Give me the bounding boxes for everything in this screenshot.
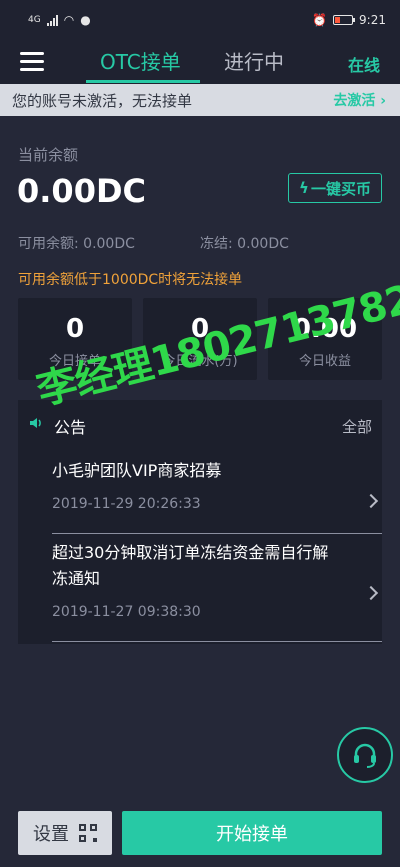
- top-nav: OTC接单 进行中 在线: [0, 40, 400, 84]
- activation-notice: 您的账号未激活，无法接单 去激活 ›: [0, 84, 400, 116]
- activate-link[interactable]: 去激活 ›: [333, 90, 386, 110]
- active-tab-indicator: [86, 80, 200, 83]
- notice-text: 您的账号未激活，无法接单: [12, 91, 193, 110]
- start-accepting-button[interactable]: 开始接单: [122, 811, 382, 855]
- status-bar: 4G ◠ ● ⏰ 9:21: [0, 0, 400, 40]
- available-balance: 可用余额: 0.00DC: [18, 236, 135, 252]
- status-icons-right: ⏰ 9:21: [312, 13, 386, 27]
- balance-label: 当前余额: [18, 146, 79, 164]
- tab-in-progress[interactable]: 进行中: [224, 46, 284, 75]
- balance-amount: 0.00DC: [17, 172, 146, 210]
- quick-buy-label: 一键买币: [310, 179, 371, 198]
- menu-icon[interactable]: [20, 52, 44, 72]
- tab-otc-orders[interactable]: OTC接单: [100, 46, 181, 75]
- announcement-title: 公告: [54, 418, 87, 437]
- wifi-icon: ◠: [63, 13, 75, 27]
- online-status[interactable]: 在线: [348, 52, 380, 76]
- chat-icon: ●: [80, 13, 91, 27]
- view-all-link[interactable]: 全部: [342, 416, 372, 437]
- signal-icon: [46, 14, 58, 26]
- chevron-right-icon: [363, 585, 379, 601]
- announcement-item[interactable]: 超过30分钟取消订单冻结资金需自行解冻通知 2019-11-27 09:38:3…: [52, 540, 382, 642]
- headset-icon: [354, 743, 376, 768]
- quick-buy-button[interactable]: ϟ 一键买币: [288, 173, 382, 203]
- announcement-item-date: 2019-11-27 09:38:30: [52, 604, 201, 620]
- battery-icon: [333, 15, 356, 25]
- network-label: 4G: [28, 15, 41, 25]
- frozen-balance: 冻结: 0.00DC: [200, 236, 289, 252]
- speaker-icon: [30, 418, 41, 428]
- announcement-item-date: 2019-11-29 20:26:33: [52, 496, 201, 512]
- settings-label: 设置: [33, 824, 69, 845]
- qr-code-icon: [79, 824, 97, 842]
- announcement-item[interactable]: 小毛驴团队VIP商家招募 2019-11-29 20:26:33: [52, 458, 382, 534]
- alarm-icon: ⏰: [312, 13, 328, 27]
- lightning-icon: ϟ: [299, 179, 309, 197]
- announcement-item-title: 超过30分钟取消订单冻结资金需自行解冻通知: [52, 543, 329, 588]
- balance-warning: 可用余额低于1000DC时将无法接单: [18, 272, 243, 288]
- clock: 9:21: [359, 13, 386, 27]
- settings-button[interactable]: 设置: [18, 811, 112, 855]
- status-icons-left: 4G ◠ ●: [28, 13, 91, 27]
- announcement-item-title: 小毛驴团队VIP商家招募: [52, 461, 222, 480]
- start-accepting-label: 开始接单: [216, 824, 288, 845]
- customer-service-button[interactable]: [337, 727, 393, 783]
- announcement-panel: 公告 全部 小毛驴团队VIP商家招募 2019-11-29 20:26:33 超…: [18, 400, 382, 644]
